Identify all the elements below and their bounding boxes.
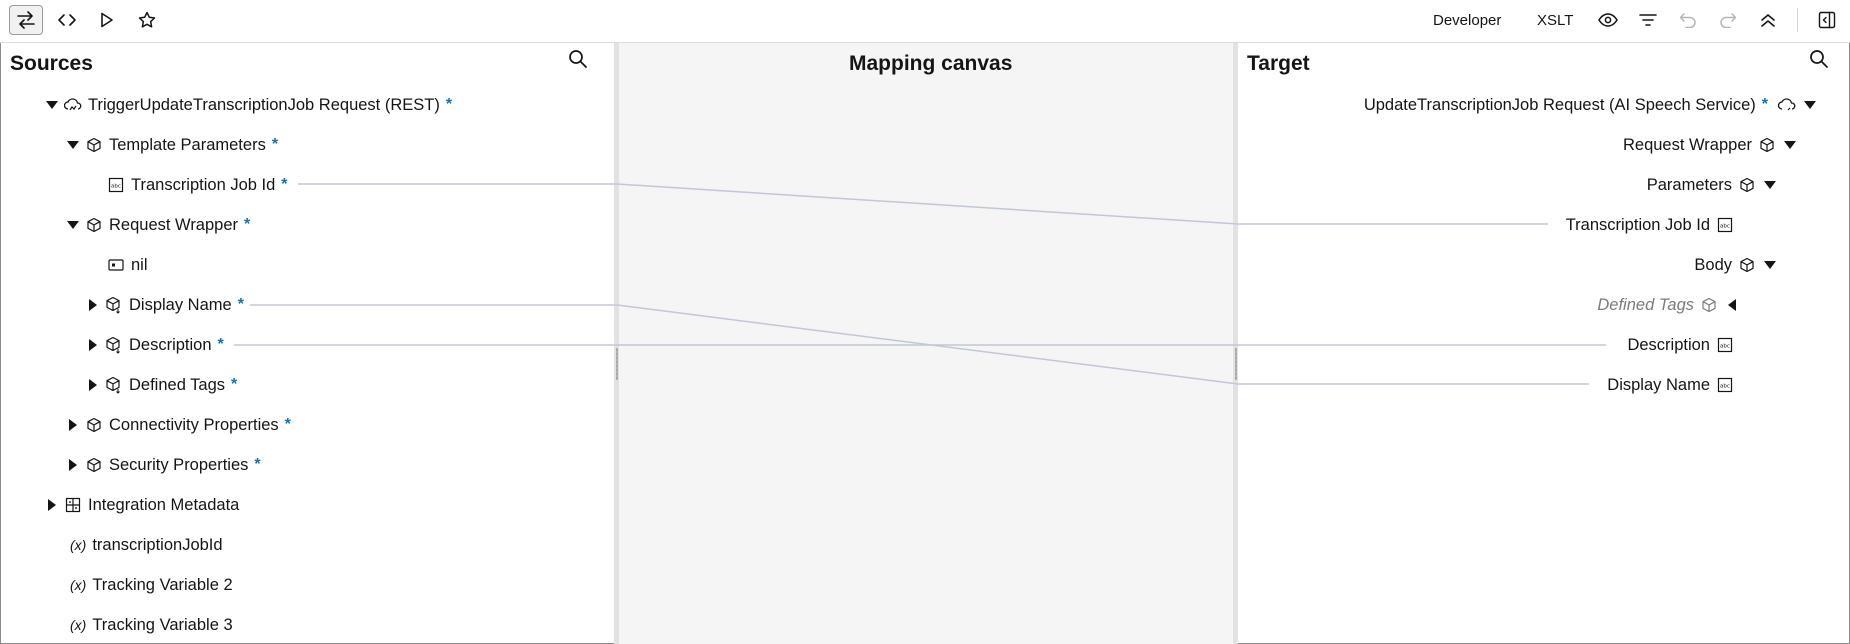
variable-icon: (x) (70, 617, 87, 633)
required-marker: * (284, 416, 291, 433)
variable-icon: (x) (70, 537, 87, 553)
complex-array-icon (105, 376, 123, 394)
complex-array-icon (105, 336, 123, 354)
caret-down-icon[interactable] (1802, 97, 1818, 113)
caret-down-icon[interactable] (1762, 177, 1778, 193)
target-node-parameters[interactable]: Parameters (1250, 173, 1850, 197)
rest-endpoint-icon (64, 96, 82, 114)
complex-element-icon (1700, 296, 1718, 314)
tree-node-connectivity-properties[interactable]: Connectivity Properties * (65, 413, 291, 437)
tree-node-request-wrapper[interactable]: Request Wrapper * (65, 213, 250, 237)
complex-element-icon (1738, 176, 1756, 194)
required-marker: * (1761, 96, 1768, 113)
target-node-transcription-job-id[interactable]: Transcription Job Id abc (1250, 213, 1850, 237)
caret-down-icon[interactable] (65, 137, 81, 153)
caret-left-icon[interactable] (1724, 297, 1740, 313)
caret-down-icon[interactable] (1762, 257, 1778, 273)
target-node-description[interactable]: Description abc (1250, 333, 1850, 357)
required-marker: * (237, 296, 244, 313)
required-marker: * (281, 176, 288, 193)
complex-element-icon (85, 416, 103, 434)
tree-node-trigger-request[interactable]: TriggerUpdateTranscriptionJob Request (R… (44, 93, 452, 117)
caret-right-icon[interactable] (85, 297, 101, 313)
svg-text:abc: abc (1720, 344, 1730, 350)
caret-down-icon[interactable] (1782, 137, 1798, 153)
tree-node-transcription-job-id[interactable]: abc Transcription Job Id * (105, 173, 288, 197)
tree-node-description[interactable]: Description * (85, 333, 224, 357)
rest-endpoint-icon (1778, 96, 1796, 114)
required-marker: * (231, 376, 238, 393)
complex-element-icon (1738, 256, 1756, 274)
caret-down-icon[interactable] (65, 217, 81, 233)
required-marker: * (244, 216, 251, 233)
tree-node-tracking-variable-2[interactable]: (x) Tracking Variable 2 (70, 573, 233, 597)
complex-element-icon (85, 456, 103, 474)
complex-element-icon (1758, 136, 1776, 154)
caret-right-icon[interactable] (85, 337, 101, 353)
tree-node-nil[interactable]: nil (105, 253, 148, 277)
required-marker: * (445, 96, 453, 113)
tree-node-integration-metadata[interactable]: Integration Metadata (44, 493, 239, 517)
caret-right-icon[interactable] (44, 497, 60, 513)
caret-down-icon[interactable] (44, 97, 60, 113)
tree-node-tracking-variable-3[interactable]: (x) Tracking Variable 3 (70, 613, 233, 637)
tree-node-security-properties[interactable]: Security Properties * (65, 453, 261, 477)
tree-node-defined-tags[interactable]: Defined Tags * (85, 373, 237, 397)
caret-right-icon[interactable] (65, 417, 81, 433)
complex-element-icon (85, 216, 103, 234)
svg-text:abc: abc (1720, 224, 1730, 230)
target-node-defined-tags[interactable]: Defined Tags (1250, 293, 1850, 317)
tree-node-template-parameters[interactable]: Template Parameters * (65, 133, 278, 157)
target-node-request-wrapper[interactable]: Request Wrapper (1250, 133, 1850, 157)
string-field-icon: abc (107, 176, 125, 194)
required-marker: * (217, 336, 224, 353)
tree-node-display-name[interactable]: Display Name * (85, 293, 244, 317)
required-marker: * (254, 456, 261, 473)
caret-right-icon[interactable] (85, 377, 101, 393)
target-node-body[interactable]: Body (1250, 253, 1850, 277)
tree-node-transcription-job-id-variable[interactable]: (x) transcriptionJobId (70, 533, 223, 557)
required-marker: * (271, 136, 279, 153)
target-node-display-name[interactable]: Display Name abc (1250, 373, 1850, 397)
svg-text:abc: abc (111, 184, 121, 190)
string-field-icon: abc (1716, 216, 1734, 234)
svg-text:abc: abc (1720, 384, 1730, 390)
complex-array-icon (105, 296, 123, 314)
variable-icon: (x) (70, 577, 87, 593)
caret-right-icon[interactable] (65, 457, 81, 473)
metadata-icon (64, 496, 82, 514)
string-field-icon: abc (1716, 336, 1734, 354)
target-node-update-request[interactable]: UpdateTranscriptionJob Request (AI Speec… (1130, 93, 1850, 117)
string-field-icon: abc (1716, 376, 1734, 394)
complex-element-icon (85, 136, 103, 154)
attribute-icon (107, 256, 125, 274)
